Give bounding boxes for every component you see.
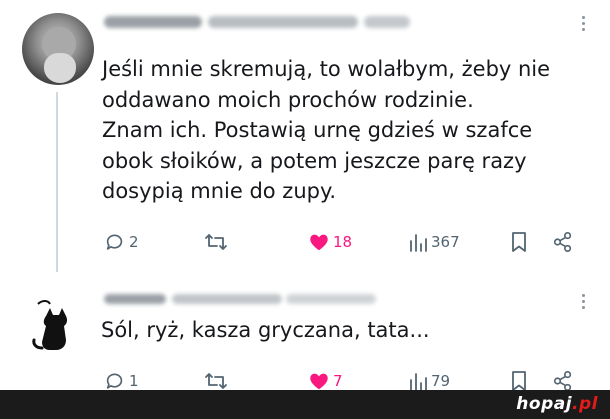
views-chart-icon [410, 373, 427, 391]
reply-count: 2 [129, 233, 139, 251]
share-icon [553, 371, 572, 391]
reply-author-name-blurred[interactable] [104, 294, 166, 304]
author-handle-blurred[interactable] [208, 16, 358, 28]
like-count: 18 [333, 233, 353, 251]
tweet-text-line: oddawano moich prochów rodzinie. [102, 87, 474, 112]
avatar-beard [44, 53, 76, 83]
tweet-text: Jeśli mnie skremują, to wolałbym, żeby n… [102, 54, 592, 207]
more-options-icon[interactable] [582, 16, 586, 34]
reply-button[interactable]: 2 [104, 231, 139, 253]
heart-filled-icon [310, 373, 328, 390]
repost-icon [205, 234, 227, 250]
author-avatar[interactable] [22, 13, 94, 85]
reply-text: Sól, ryż, kasza gryczana, tata... [101, 318, 430, 342]
reply-icon [106, 373, 123, 389]
bookmark-button[interactable] [510, 370, 528, 392]
views-button[interactable]: 79 [408, 370, 450, 392]
logo-dot: . [572, 394, 579, 414]
repost-button[interactable] [204, 370, 228, 392]
repost-icon [205, 373, 227, 389]
watermark-bar: hopaj.pl [0, 390, 610, 419]
reply-timestamp-blurred[interactable] [286, 294, 376, 304]
reply-tweet: Sól, ryż, kasza gryczana, tata... 1 7 79 [0, 282, 610, 392]
timestamp-blurred[interactable] [364, 16, 410, 28]
share-button[interactable] [552, 370, 574, 392]
views-chart-icon [410, 234, 427, 252]
tweet-actions: 2 18 367 [0, 229, 610, 257]
views-count: 79 [431, 372, 451, 390]
tweet-text-line: Jeśli mnie skremują, to wolałbym, żeby n… [102, 57, 551, 81]
reply-button[interactable]: 1 [104, 370, 139, 392]
more-options-icon[interactable] [582, 294, 586, 312]
like-count: 7 [333, 372, 343, 390]
bookmark-button[interactable] [510, 231, 528, 253]
share-button[interactable] [552, 231, 574, 253]
bookmark-icon [512, 232, 526, 252]
site-logo: hopaj.pl [516, 394, 598, 414]
tweet: Jeśli mnie skremują, to wolałbym, żeby n… [0, 0, 610, 282]
repost-button[interactable] [204, 231, 228, 253]
tweet-text-line: obok słoików, a potem jeszcze parę razy [102, 148, 527, 173]
reply-icon [106, 234, 123, 250]
logo-name: hopaj [516, 394, 573, 414]
reply-count: 1 [129, 372, 139, 390]
black-cat-avatar[interactable] [30, 296, 80, 356]
bookmark-icon [512, 371, 526, 391]
heart-filled-icon [310, 234, 328, 251]
logo-tld: pl [579, 394, 598, 414]
author-name-blurred[interactable] [104, 16, 202, 28]
like-button[interactable]: 18 [308, 231, 352, 253]
views-count: 367 [431, 233, 460, 251]
views-button[interactable]: 367 [408, 231, 460, 253]
like-button[interactable]: 7 [308, 370, 343, 392]
reply-author-handle-blurred[interactable] [172, 294, 282, 304]
tweet-text-line: dosypią mnie do zupy. [102, 179, 337, 203]
share-icon [553, 232, 572, 252]
tweet-text-line: Znam ich. Postawią urnę gdzieś w szafce [102, 118, 533, 142]
